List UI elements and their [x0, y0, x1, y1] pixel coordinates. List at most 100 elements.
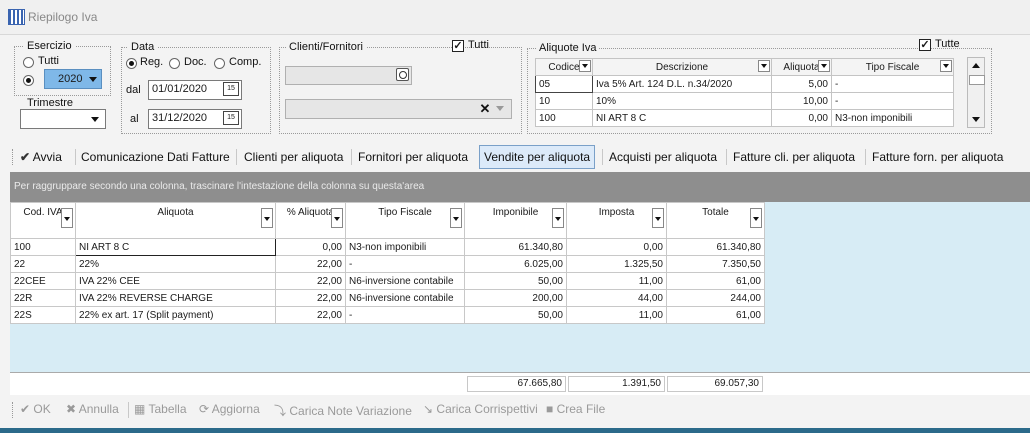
tab-separator	[75, 149, 76, 165]
tab-bar: ✔ Avvia Comunicazione Dati Fatture Clien…	[12, 145, 1030, 169]
tab-clienti-per-aliquota[interactable]: Clienti per aliquota	[244, 145, 343, 169]
tabella-button[interactable]: ▦ Tabella	[134, 402, 187, 416]
tab-vendite-per-aliquota[interactable]: Vendite per aliquota	[479, 145, 596, 169]
aggiorna-button[interactable]: ⟳ Aggiorna	[199, 402, 260, 416]
aliquote-scrollbar[interactable]	[967, 57, 985, 128]
ok-label: OK	[33, 402, 51, 416]
grid-col-imposta-label: Imposta	[598, 207, 635, 218]
grid-col-cod-iva[interactable]: Cod. IVA	[10, 202, 76, 239]
aliquote-row[interactable]: 10 10% 10,00 -	[535, 92, 954, 110]
dropdown-arrow-icon[interactable]	[818, 60, 830, 72]
grid-cell: 50,00	[464, 306, 567, 324]
ok-button[interactable]: ✔ OK	[20, 402, 51, 416]
totals-row: 67.665,80 1.391,50 69.057,30	[10, 372, 1030, 395]
data-doc-radio[interactable]	[169, 58, 180, 69]
aliquote-col-aliquota[interactable]: Aliquota	[771, 58, 832, 76]
esercizio-tutti-label: Tutti	[38, 55, 59, 67]
table-row[interactable]: 22CEE IVA 22% CEE 22,00 N6-inversione co…	[10, 272, 765, 290]
grid-cell: 61.340,80	[464, 238, 567, 256]
carica-corrispettivi-button[interactable]: ↘ Carica Corrispettivi	[423, 402, 538, 416]
grid-col-imposta[interactable]: Imposta	[566, 202, 667, 239]
riepilogo-iva-window: Riepilogo Iva Esercizio Tutti 2020 Trime…	[0, 0, 1030, 433]
dropdown-arrow-icon[interactable]	[261, 208, 273, 228]
grid-cell: 50,00	[464, 272, 567, 290]
grid-cell: 22CEE	[10, 272, 76, 290]
group-by-area[interactable]: Per raggruppare secondo una colonna, tra…	[10, 172, 1030, 202]
grid-cell: 22R	[10, 289, 76, 307]
tab-fornitori-per-aliquota[interactable]: Fornitori per aliquota	[358, 145, 468, 169]
aliquote-cell: 100	[535, 109, 593, 127]
table-row[interactable]: 100 NI ART 8 C 0,00 N3-non imponibili 61…	[10, 238, 765, 256]
dropdown-arrow-icon[interactable]	[61, 208, 73, 228]
table-row[interactable]: 22 22% 22,00 - 6.025,00 1.325,50 7.350,5…	[10, 255, 765, 273]
clienti-legend: Clienti/Fornitori	[286, 41, 366, 53]
dal-calendar-icon[interactable]: 15	[223, 82, 239, 96]
grid-cell: 6.025,00	[464, 255, 567, 273]
esercizio-year-radio[interactable]	[23, 75, 34, 86]
carica-note-label: Carica Note Variazione	[289, 404, 412, 418]
trimestre-select[interactable]	[20, 109, 106, 129]
dropdown-arrow-icon[interactable]	[750, 208, 762, 228]
aliquote-col-codice[interactable]: Codice	[535, 58, 593, 76]
esercizio-tutti-radio[interactable]	[23, 57, 34, 68]
aliquote-tutte-checkbox[interactable]: ✓	[919, 39, 931, 51]
scroll-up-icon[interactable]	[972, 63, 980, 68]
app-grid-icon	[8, 9, 25, 25]
annulla-button[interactable]: ✖ Annulla	[66, 402, 119, 416]
crea-file-button[interactable]: ■ Crea File	[546, 402, 605, 416]
grid-col-tipo-fiscale[interactable]: Tipo Fiscale	[345, 202, 465, 239]
data-reg-radio[interactable]	[126, 58, 137, 69]
chevron-down-icon[interactable]	[496, 106, 504, 111]
grid-col-imponibile[interactable]: Imponibile	[464, 202, 567, 239]
data-comp-radio[interactable]	[214, 58, 225, 69]
aliquote-col-descrizione-label: Descrizione	[655, 61, 709, 73]
grid-col-aliquota[interactable]: Aliquota	[75, 202, 276, 239]
clienti-tutti-label: Tutti	[468, 39, 489, 51]
table-row[interactable]: 22R IVA 22% REVERSE CHARGE 22,00 N6-inve…	[10, 289, 765, 307]
grid-cell: 22,00	[275, 272, 346, 290]
avvia-button[interactable]: ✔ Avvia	[20, 145, 62, 169]
scroll-down-icon[interactable]	[972, 117, 980, 122]
clear-x-icon[interactable]: ✕	[478, 100, 492, 117]
trimestre-legend: Trimestre	[24, 97, 77, 109]
cliente-search-input[interactable]	[285, 66, 412, 85]
aliquote-col-aliquota-label: Aliquota	[783, 61, 820, 73]
aliquote-row[interactable]: 100 NI ART 8 C 0,00 N3-non imponibili	[535, 109, 954, 127]
vendite-grid: Per raggruppare secondo una colonna, tra…	[10, 172, 1030, 395]
search-icon[interactable]	[396, 68, 409, 81]
year-select[interactable]: 2020	[44, 69, 102, 89]
aliquote-table: Codice Descrizione Aliquota Tipo Fiscale…	[535, 58, 954, 127]
tab-fatture-cli-per-aliquota[interactable]: Fatture cli. per aliquota	[733, 145, 855, 169]
tab-comunicazione-dati-fatture[interactable]: Comunicazione Dati Fatture	[81, 145, 230, 169]
aliquote-row[interactable]: 05 Iva 5% Art. 124 D.L. n.34/2020 5,00 -	[535, 75, 954, 93]
dropdown-arrow-icon[interactable]	[940, 60, 952, 72]
dropdown-arrow-icon[interactable]	[552, 208, 564, 228]
clienti-tutti-checkbox[interactable]: ✓	[452, 40, 464, 52]
tab-fatture-forn-per-aliquota[interactable]: Fatture forn. per aliquota	[872, 145, 1003, 169]
dropdown-arrow-icon[interactable]	[579, 60, 591, 72]
dropdown-arrow-icon[interactable]	[450, 208, 462, 228]
table-row[interactable]: 22S 22% ex art. 17 (Split payment) 22,00…	[10, 306, 765, 324]
chevron-down-icon	[91, 117, 99, 122]
aliquote-col-codice-label: Codice	[548, 61, 580, 73]
scroll-thumb[interactable]	[969, 75, 985, 85]
grid-cell: 22%	[75, 255, 276, 273]
aliquote-col-tipo-fiscale[interactable]: Tipo Fiscale	[831, 58, 954, 76]
grid-cell: 200,00	[464, 289, 567, 307]
aliquote-col-descrizione[interactable]: Descrizione	[592, 58, 772, 76]
tab-acquisti-per-aliquota[interactable]: Acquisti per aliquota	[609, 145, 717, 169]
grid-col-perc-aliquota[interactable]: % Aliquota	[275, 202, 346, 239]
grid-col-totale[interactable]: Totale	[666, 202, 765, 239]
dropdown-arrow-icon[interactable]	[331, 208, 343, 228]
dropdown-arrow-icon[interactable]	[758, 60, 770, 72]
grid-col-cod-iva-label: Cod. IVA	[23, 207, 63, 218]
al-calendar-icon[interactable]: 15	[223, 111, 239, 125]
tabella-label: Tabella	[148, 402, 187, 416]
grid-cell: 61,00	[666, 306, 765, 324]
aliquote-cell: 5,00	[771, 75, 832, 93]
esercizio-legend: Esercizio	[24, 40, 75, 52]
dal-date-value: 01/01/2020	[152, 83, 208, 95]
dropdown-arrow-icon[interactable]	[652, 208, 664, 228]
carica-note-button[interactable]: ⤵ Carica Note Variazione	[274, 402, 412, 419]
save-disk-icon: ■	[546, 402, 554, 416]
